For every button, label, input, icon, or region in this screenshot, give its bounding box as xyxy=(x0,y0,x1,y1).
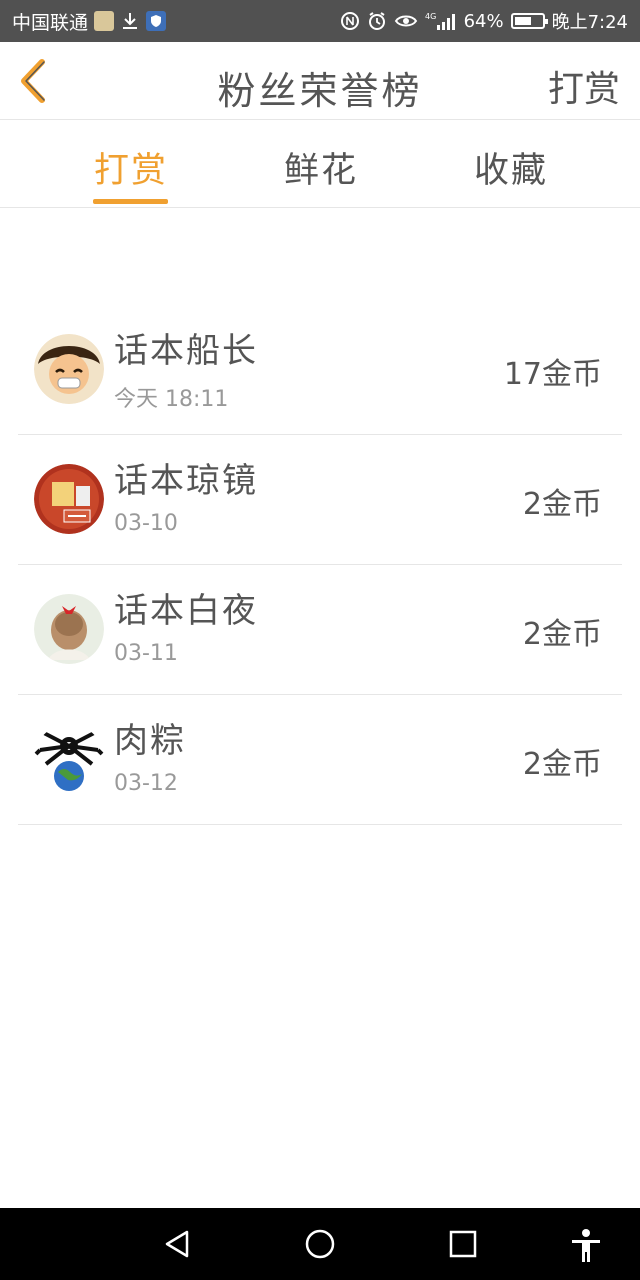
page-title: 粉丝荣誉榜 xyxy=(217,69,423,113)
avatar xyxy=(34,724,104,794)
tab-bar: 打赏 鲜花 收藏 xyxy=(0,120,640,208)
nav-recents-button[interactable] xyxy=(448,1228,478,1264)
reward-button[interactable]: 打赏 xyxy=(548,60,620,112)
tab-flowers[interactable]: 鲜花 xyxy=(284,142,358,193)
alarm-icon xyxy=(367,11,387,31)
download-icon xyxy=(120,11,140,31)
accessibility-icon xyxy=(572,1229,600,1262)
status-bar: 中国联通 4G 64% 晚上7:24 xyxy=(0,0,640,42)
network-type: 4G xyxy=(425,12,436,21)
system-nav-bar xyxy=(0,1208,640,1280)
avatar xyxy=(34,464,104,534)
fan-name: 话本琼镜 xyxy=(114,461,258,501)
clock: 晚上7:24 xyxy=(551,12,628,33)
nav-back-button[interactable] xyxy=(162,1228,192,1264)
list-item[interactable]: 话本白夜 03-11 2金币 xyxy=(18,565,622,695)
app-notification-icon xyxy=(94,11,115,31)
fan-name: 话本船长 xyxy=(114,331,258,371)
tab-reward[interactable]: 打赏 xyxy=(94,142,168,193)
list-item[interactable]: 肉粽 03-12 2金币 xyxy=(18,695,622,825)
tab-favorites[interactable]: 收藏 xyxy=(474,142,548,193)
fan-amount: 2金币 xyxy=(522,617,602,652)
eye-icon xyxy=(394,12,418,30)
nfc-icon xyxy=(340,11,360,31)
square-recents-icon xyxy=(449,1230,477,1258)
signal-icon: 4G xyxy=(425,11,457,31)
fan-list: 话本船长 今天 18:11 17金币 话本琼镜 03-10 2金币 话本白夜 0… xyxy=(18,305,622,825)
fan-amount: 2金币 xyxy=(522,747,602,782)
accessibility-button[interactable] xyxy=(568,1228,604,1268)
fan-date: 03-12 xyxy=(114,771,178,796)
nav-home-button[interactable] xyxy=(304,1228,336,1264)
fan-date: 03-11 xyxy=(114,641,178,666)
battery-icon xyxy=(510,13,548,29)
battery-percent: 64% xyxy=(463,10,504,32)
fan-date: 今天 18:11 xyxy=(114,387,229,412)
avatar xyxy=(34,594,104,664)
fan-name: 肉粽 xyxy=(114,721,186,761)
fan-amount: 2金币 xyxy=(522,487,602,522)
carrier-label: 中国联通 xyxy=(12,11,89,34)
circle-home-icon xyxy=(305,1229,335,1259)
active-tab-indicator xyxy=(93,199,168,204)
triangle-back-icon xyxy=(165,1230,189,1258)
fan-name: 话本白夜 xyxy=(114,591,258,631)
fan-amount: 17金币 xyxy=(503,357,602,392)
shield-icon xyxy=(146,11,167,31)
fan-date: 03-10 xyxy=(114,511,178,536)
list-item[interactable]: 话本琼镜 03-10 2金币 xyxy=(18,435,622,565)
nav-bar: 粉丝荣誉榜 打赏 xyxy=(0,42,640,120)
list-item[interactable]: 话本船长 今天 18:11 17金币 xyxy=(18,305,622,435)
avatar xyxy=(34,334,104,404)
